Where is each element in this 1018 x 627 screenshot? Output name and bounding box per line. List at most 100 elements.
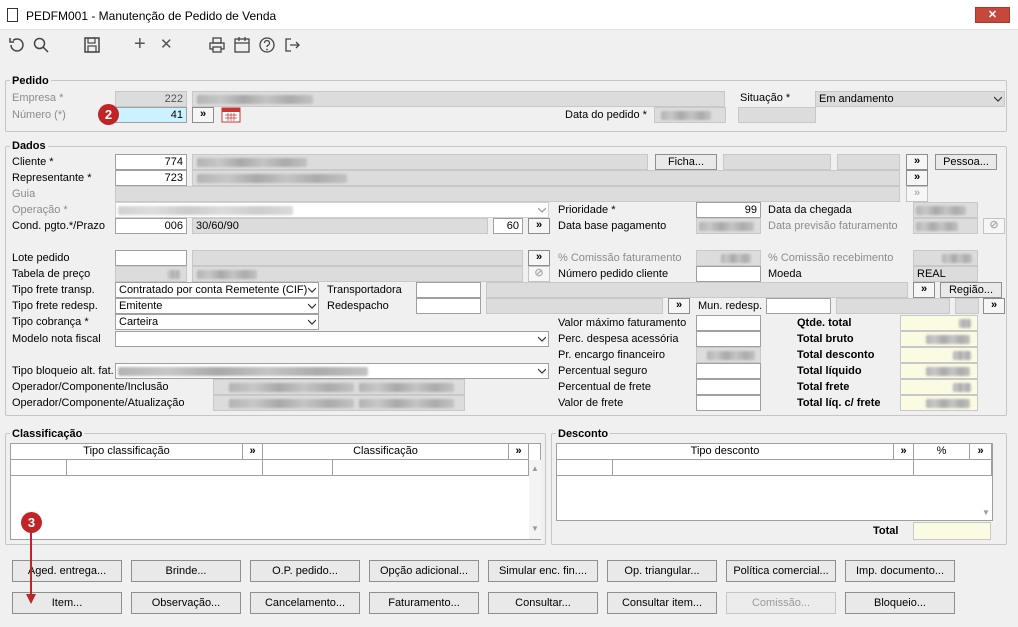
col-tipo-desconto-nav-button[interactable]: »: [894, 444, 914, 460]
munredesp-field[interactable]: [766, 298, 831, 314]
exit-icon[interactable]: [283, 36, 301, 54]
add-icon[interactable]: +: [134, 34, 146, 54]
brinde-button[interactable]: Brinde...: [131, 560, 241, 582]
col-tipo-nav-button[interactable]: »: [243, 444, 263, 460]
col-classificacao[interactable]: Classificação: [263, 444, 509, 460]
grid-cell[interactable]: [914, 460, 992, 476]
col-tipo-desconto[interactable]: Tipo desconto: [557, 444, 894, 460]
operacao-select[interactable]: [115, 202, 549, 218]
close-button[interactable]: ✕: [975, 7, 1010, 23]
ficha-button[interactable]: Ficha...: [655, 154, 717, 170]
desconto-grid[interactable]: Tipo desconto » % » ▼: [556, 443, 993, 521]
cobranca-label: Tipo cobrança *: [12, 316, 89, 328]
classificacao-scrollbar[interactable]: ▲ ▼: [529, 460, 541, 539]
representante-field[interactable]: 723: [115, 170, 187, 186]
valfrete-field[interactable]: [696, 395, 761, 411]
pessoa-button[interactable]: Pessoa...: [935, 154, 997, 170]
consultar-button[interactable]: Consultar...: [488, 592, 598, 614]
document-icon: [7, 8, 18, 22]
op-triangular-button[interactable]: Op. triangular...: [607, 560, 717, 582]
cliente-nav-button[interactable]: »: [906, 154, 928, 170]
transportadora-nav-button[interactable]: »: [913, 282, 935, 298]
grid-cell[interactable]: [263, 460, 333, 476]
moeda-field: REAL: [913, 266, 978, 282]
grid-cell[interactable]: [11, 460, 67, 476]
col-percent[interactable]: %: [914, 444, 970, 460]
col-classificacao-nav-button[interactable]: »: [509, 444, 529, 460]
undo-icon[interactable]: [7, 36, 25, 54]
scroll-down-icon[interactable]: ▼: [531, 524, 539, 533]
observacao-button[interactable]: Observação...: [131, 592, 241, 614]
opcao-adicional-button[interactable]: Opção adicional...: [369, 560, 479, 582]
redespacho-field[interactable]: [416, 298, 481, 314]
regiao-button[interactable]: Região...: [940, 282, 1002, 298]
numero-nav-button[interactable]: »: [192, 107, 214, 123]
bruto-field: [900, 331, 978, 347]
modelo-label: Modelo nota fiscal: [12, 333, 101, 345]
chevron-down-icon: [308, 287, 316, 293]
cobranca-select[interactable]: Carteira: [115, 314, 319, 330]
bloqueio-select[interactable]: [115, 363, 549, 379]
bloqueio-button[interactable]: Bloqueio...: [845, 592, 955, 614]
representante-nav-button[interactable]: »: [906, 170, 928, 186]
prazo-nav-button[interactable]: »: [528, 218, 550, 234]
numcliente-field[interactable]: [696, 266, 761, 282]
prioridade-field[interactable]: 99: [696, 202, 761, 218]
grid-cell[interactable]: [67, 460, 263, 476]
dataprev-calendar-button[interactable]: ⊘: [983, 218, 1005, 234]
opinc-label: Operador/Componente/Inclusão: [12, 381, 169, 393]
op-pedido-button[interactable]: O.P. pedido...: [250, 560, 360, 582]
cliente-field[interactable]: 774: [115, 154, 187, 170]
grid-cell[interactable]: [333, 460, 529, 476]
chevron-down-icon: [994, 96, 1002, 102]
valmax-field[interactable]: [696, 315, 761, 331]
calendar-red-icon[interactable]: [221, 107, 241, 123]
grid-cell[interactable]: [557, 460, 613, 476]
consultar-item-button[interactable]: Consultar item...: [607, 592, 717, 614]
delete-icon[interactable]: ✕: [160, 36, 173, 54]
percfrete-field[interactable]: [696, 379, 761, 395]
comfat-label: % Comissão faturamento: [558, 252, 682, 264]
condpgto-field[interactable]: 006: [115, 218, 187, 234]
cancelamento-button[interactable]: Cancelamento...: [250, 592, 360, 614]
redespacho-nav-button[interactable]: »: [668, 298, 690, 314]
lote-field[interactable]: [115, 250, 187, 266]
guia-field: [115, 186, 900, 202]
col-percent-nav-button[interactable]: »: [970, 444, 992, 460]
transportadora-label: Transportadora: [327, 284, 402, 296]
comissao-button[interactable]: Comissão...: [726, 592, 836, 614]
classificacao-grid[interactable]: Tipo classificação » Classificação » ▲ ▼: [10, 443, 541, 540]
help-icon[interactable]: [258, 36, 276, 54]
transportadora-field[interactable]: [416, 282, 481, 298]
imp-documento-button[interactable]: Imp. documento...: [845, 560, 955, 582]
print-icon[interactable]: [208, 36, 226, 54]
seguro-field[interactable]: [696, 363, 761, 379]
percdesp-field[interactable]: [696, 331, 761, 347]
comfat-field: [696, 250, 761, 266]
grid-cell[interactable]: [613, 460, 914, 476]
fretetransp-select[interactable]: Contratado por conta Remetente (CIF): [115, 282, 319, 298]
tabela-field: [115, 266, 187, 282]
munredesp-nav-button[interactable]: »: [983, 298, 1005, 314]
lote-nav-button[interactable]: »: [528, 250, 550, 266]
faturamento-button[interactable]: Faturamento...: [369, 592, 479, 614]
simular-enc-fin-button[interactable]: Simular enc. fin....: [488, 560, 598, 582]
situacao-select[interactable]: Em andamento: [815, 91, 1005, 107]
desconto-label: Total desconto: [797, 349, 875, 361]
scroll-up-icon[interactable]: ▲: [531, 464, 539, 473]
freteredesp-select[interactable]: Emitente: [115, 298, 319, 314]
save-icon[interactable]: [83, 36, 101, 54]
search-icon[interactable]: [32, 36, 50, 54]
freteredesp-value: Emitente: [119, 300, 163, 312]
politica-comercial-button[interactable]: Política comercial...: [726, 560, 836, 582]
guia-nav-button[interactable]: »: [906, 186, 928, 202]
numero-field[interactable]: 41: [115, 107, 187, 123]
col-tipo-classificacao[interactable]: Tipo classificação: [11, 444, 243, 460]
prazo-field[interactable]: 60: [493, 218, 523, 234]
modelo-select[interactable]: [115, 331, 549, 347]
cliente-extra1-field: [723, 154, 831, 170]
desconto-field: [900, 347, 978, 363]
tabela-nav-button[interactable]: ⊘: [528, 266, 550, 282]
calendar-icon[interactable]: [233, 36, 251, 54]
scroll-down-icon[interactable]: ▼: [982, 508, 990, 517]
